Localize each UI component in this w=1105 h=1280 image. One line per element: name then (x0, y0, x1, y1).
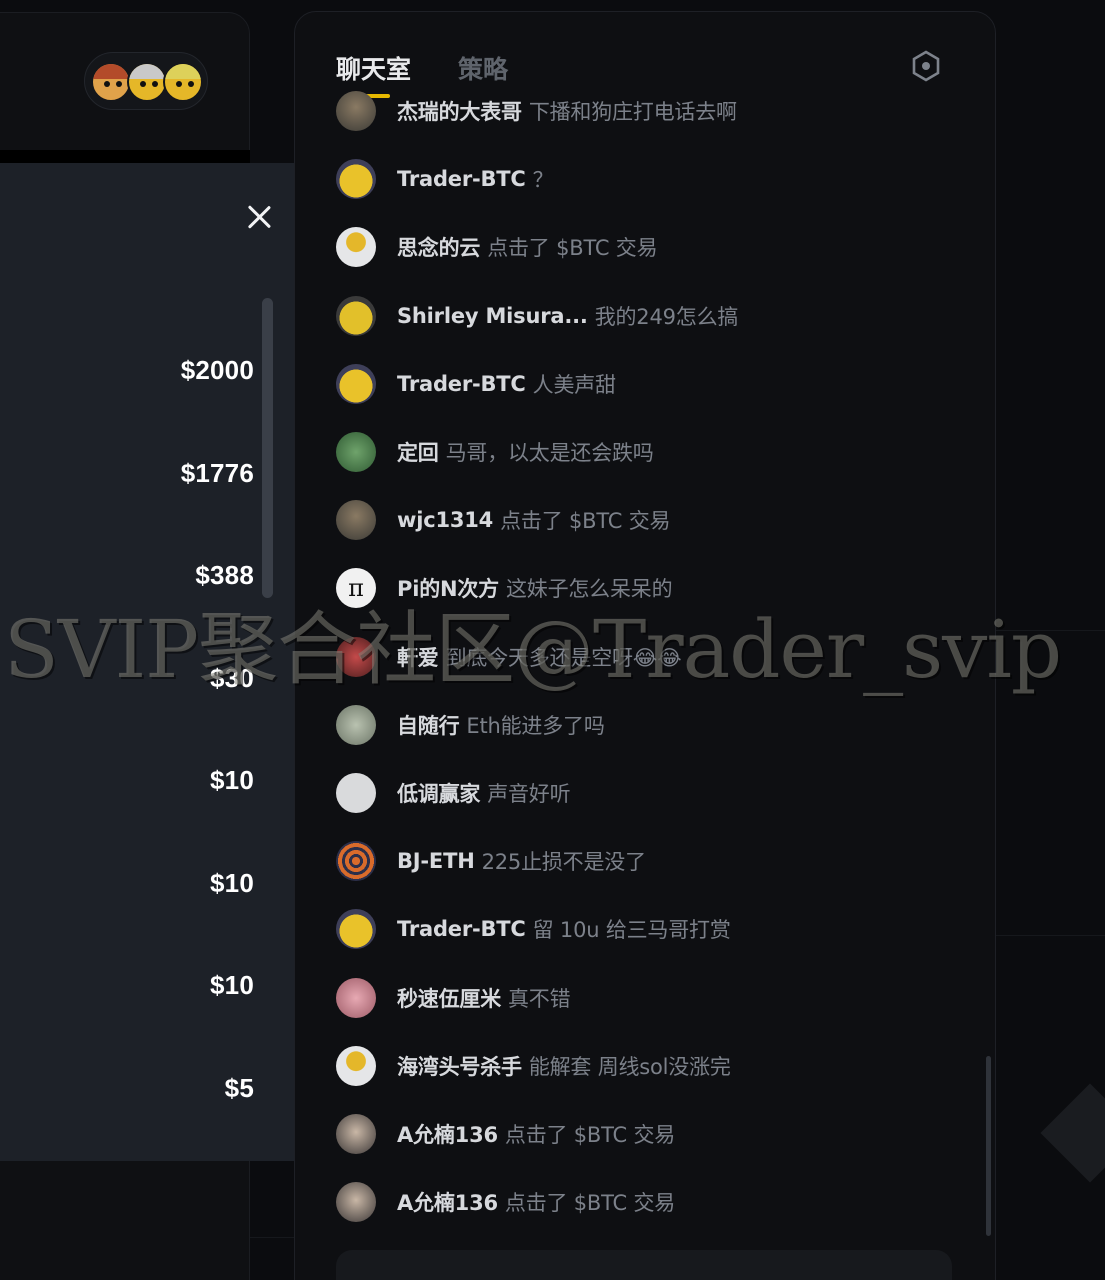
chat-message[interactable]: Trader-BTC 人美声甜 (336, 362, 616, 406)
chat-message[interactable]: BJ-ETH 225止损不是没了 (336, 839, 646, 883)
yellow-cartoon-avatar[interactable] (336, 909, 376, 950)
pink-avatar[interactable] (336, 977, 376, 1018)
chat-message-text: 点击了 $BTC 交易 (500, 509, 671, 534)
chat-message-text: 声音好听 (487, 782, 571, 806)
person-photo-avatar[interactable] (336, 1114, 376, 1154)
chat-username[interactable]: Shirley Misura... (397, 304, 588, 328)
tip-amount-option[interactable]: $10 (210, 868, 254, 899)
chat-message[interactable]: 海湾头号杀手 能解套 周线sol没涨完 (336, 1044, 731, 1088)
yellow-cartoon-avatar[interactable] (336, 159, 376, 200)
chat-message-text: 能解套 周线sol没涨完 (528, 1054, 731, 1079)
chat-message-text: 人美声甜 (532, 372, 616, 397)
chat-message[interactable]: A允楠136 点击了 $BTC 交易 (336, 1180, 675, 1224)
tip-amount-option[interactable]: $5 (225, 1073, 254, 1104)
chat-message-text: Eth能进多了吗 (466, 713, 605, 738)
chat-message-text: 点击了 $BTC 交易 (504, 1123, 676, 1147)
chat-username[interactable]: 思念的云 (397, 232, 480, 262)
tip-amount-option[interactable]: $10 (210, 765, 254, 796)
chat-message[interactable]: 定回 马哥，以太是还会跌吗 (336, 430, 654, 474)
photo-avatar[interactable] (336, 500, 376, 541)
chat-message[interactable]: 自随行 Eth能进多了吗 (336, 703, 605, 747)
tip-amount-option[interactable]: $2000 (181, 355, 254, 386)
default-yellow-avatar[interactable] (336, 1045, 376, 1086)
grid-line (996, 630, 1105, 631)
chat-message[interactable]: π Pi的N次方 这妹子怎么呆呆的 (336, 566, 673, 610)
tip-amount-option[interactable]: $1776 (181, 458, 254, 489)
sunglasses-cartoon-avatar[interactable] (336, 295, 376, 336)
chat-username[interactable]: 低调赢家 (397, 778, 480, 808)
host-avatar (127, 62, 167, 102)
tip-amount-option[interactable]: $10 (210, 970, 254, 1001)
chat-message-text: 留 10u 给三马哥打赏 (532, 918, 731, 943)
chat-username[interactable]: 軒爱 (397, 642, 439, 672)
decorative-diamond (1040, 1083, 1105, 1183)
chat-message[interactable]: 思念的云 点击了 $BTC 交易 (336, 225, 658, 269)
chat-message-text: 真不错 (508, 986, 571, 1011)
bird-avatar[interactable] (336, 773, 376, 813)
tip-amount-option[interactable]: $388 (195, 560, 254, 591)
host-avatar (163, 62, 203, 102)
hexagon-settings-icon[interactable] (910, 50, 942, 82)
chat-message-text: 我的249怎么搞 (594, 304, 739, 329)
chat-username[interactable]: 杰瑞的大表哥 (397, 96, 522, 126)
chat-message[interactable]: Trader-BTC 留 10u 给三马哥打赏 (336, 907, 731, 951)
tip-amount-option[interactable]: $30 (210, 663, 254, 694)
chat-username[interactable]: 定回 (397, 437, 439, 467)
chat-username[interactable]: 自随行 (397, 710, 460, 740)
chat-message[interactable]: Trader-BTC？ (336, 157, 554, 201)
green-clover-avatar[interactable] (336, 432, 376, 472)
person-photo-avatar[interactable] (336, 1182, 376, 1223)
chat-message-text: 这妹子怎么呆呆的 (505, 577, 673, 602)
cartoon-avatar[interactable] (336, 704, 376, 745)
chat-username[interactable]: Trader-BTC (397, 372, 526, 396)
photo-avatar[interactable] (336, 91, 376, 131)
chat-username[interactable]: A允楠136 (397, 1119, 498, 1149)
chat-input[interactable] (336, 1250, 952, 1280)
stage-video-band (0, 150, 250, 164)
orange-rings-avatar[interactable] (336, 841, 376, 882)
chat-username[interactable]: wjc1314 (397, 508, 493, 532)
chat-username[interactable]: Trader-BTC (397, 917, 526, 941)
yellow-cartoon-avatar[interactable] (336, 363, 376, 404)
chat-username[interactable]: Pi的N次方 (397, 573, 499, 603)
chat-message-text: 点击了 $BTC 交易 (504, 1191, 676, 1216)
chat-message-text: 点击了 $BTC 交易 (487, 236, 658, 261)
chat-message-text: ？ (532, 168, 554, 193)
chat-message[interactable]: wjc1314 点击了 $BTC 交易 (336, 498, 670, 542)
chat-message-text: 到底今天多还是空呀😂😂 (445, 645, 682, 670)
tab-chatroom[interactable]: 聊天室 (336, 50, 411, 86)
chat-message[interactable]: 低调赢家 声音好听 (336, 771, 571, 815)
chat-message[interactable]: 秒速伍厘米 真不错 (336, 976, 571, 1020)
chat-message[interactable]: 軒爱 到底今天多还是空呀😂😂 (336, 635, 682, 679)
chat-message[interactable]: 杰瑞的大表哥 下播和狗庄打电话去啊 (336, 89, 737, 133)
host-avatar-group[interactable] (84, 52, 208, 110)
chat-message-text: 马哥，以太是还会跌吗 (445, 441, 654, 465)
chat-username[interactable]: BJ-ETH (397, 849, 475, 873)
tip-list-scrollbar[interactable] (262, 298, 273, 598)
chat-message[interactable]: A允楠136 点击了 $BTC 交易 (336, 1112, 675, 1156)
chat-message-text: 下播和狗庄打电话去啊 (528, 100, 737, 124)
close-icon[interactable] (242, 200, 276, 234)
chat-username[interactable]: A允楠136 (397, 1187, 498, 1217)
host-avatar (91, 62, 131, 102)
chat-scrollbar[interactable] (986, 1056, 991, 1236)
chat-message-text: 225止损不是没了 (481, 850, 646, 875)
tab-strategy[interactable]: 策略 (458, 50, 508, 86)
chat-username[interactable]: 秒速伍厘米 (397, 983, 501, 1013)
chat-username[interactable]: Trader-BTC (397, 167, 526, 191)
chat-message[interactable]: Shirley Misura... 我的249怎么搞 (336, 294, 738, 338)
chat-username[interactable]: 海湾头号杀手 (397, 1051, 522, 1081)
default-yellow-avatar[interactable] (336, 227, 376, 268)
grid-line (996, 935, 1105, 936)
pi-avatar[interactable]: π (336, 568, 376, 609)
red-avatar[interactable] (336, 636, 376, 677)
